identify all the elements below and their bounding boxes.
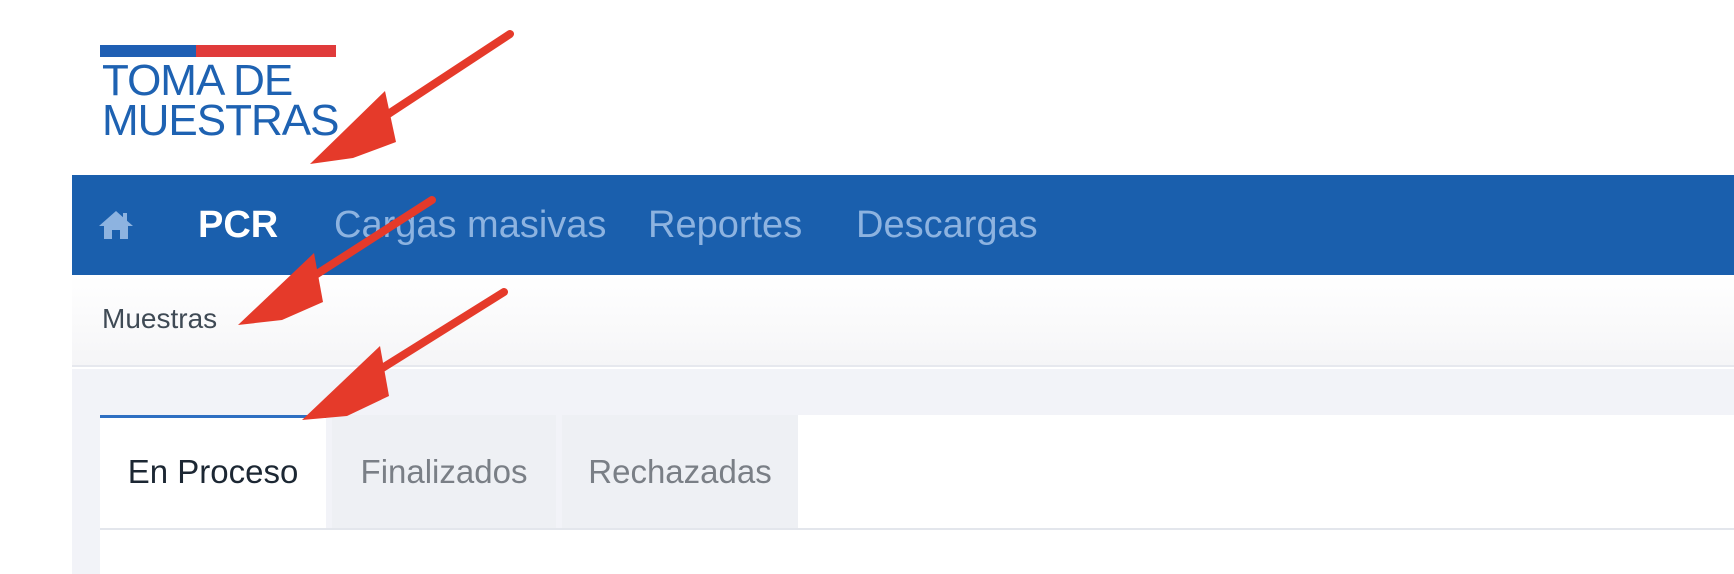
app-logo[interactable]: TOMA DE MUESTRAS <box>100 45 340 155</box>
breadcrumb-current: Muestras <box>102 303 218 334</box>
tab-rechazadas[interactable]: Rechazadas <box>562 415 798 528</box>
content-area: En Proceso Finalizados Rechazadas <box>72 369 1734 574</box>
page: TOMA DE MUESTRAS PCR Cargas masivas Repo… <box>0 0 1734 574</box>
nav-item-descargas[interactable]: Descargas <box>856 175 1038 275</box>
tab-en-proceso[interactable]: En Proceso <box>100 415 326 528</box>
nav-item-cargas-masivas[interactable]: Cargas masivas <box>334 175 606 275</box>
nav-item-pcr[interactable]: PCR <box>198 175 278 275</box>
status-tabs: En Proceso Finalizados Rechazadas <box>100 415 1734 528</box>
breadcrumb: Muestras <box>72 275 1734 367</box>
home-icon[interactable] <box>96 205 136 245</box>
logo-line-1: TOMA DE <box>102 56 293 105</box>
tabs-empty-area <box>798 415 1734 528</box>
logo-text: TOMA DE MUESTRAS <box>102 56 339 145</box>
nav-item-reportes[interactable]: Reportes <box>648 175 802 275</box>
main-navbar: PCR Cargas masivas Reportes Descargas <box>72 175 1734 275</box>
tab-panel <box>100 530 1734 574</box>
logo-line-2: MUESTRAS <box>102 96 339 145</box>
tab-finalizados[interactable]: Finalizados <box>332 415 556 528</box>
annotation-arrow <box>310 30 514 164</box>
